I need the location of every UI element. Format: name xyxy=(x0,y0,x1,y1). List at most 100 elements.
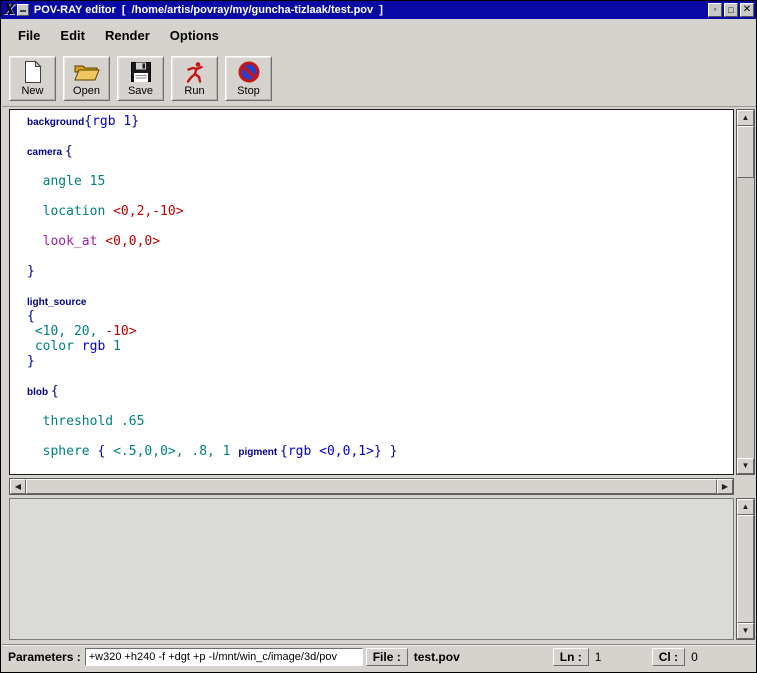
code-segment: } } xyxy=(374,444,397,459)
close-button[interactable]: ✕ xyxy=(740,3,754,17)
code-line: look_at <0,0,0> xyxy=(27,234,729,249)
code-segment: } xyxy=(131,114,139,129)
code-segment: 1 xyxy=(113,339,121,354)
open-button[interactable]: Open xyxy=(63,56,110,101)
code-segment: threshold .65 xyxy=(27,414,144,429)
open-folder-icon xyxy=(73,60,101,84)
code-line: angle 15 xyxy=(27,174,729,189)
parameters-label: Parameters : xyxy=(4,650,85,664)
code-line xyxy=(27,279,729,294)
editor-hscroll-thumb[interactable] xyxy=(26,479,717,494)
code-line xyxy=(27,429,729,444)
code-segment: pigment xyxy=(238,447,280,458)
code-segment: angle 15 xyxy=(27,174,105,189)
code-segment: rgb 1 xyxy=(92,114,131,129)
code-line: blob { xyxy=(27,384,729,399)
menu-item-render[interactable]: Render xyxy=(95,24,160,47)
left-arrow-icon: ◀ xyxy=(15,483,21,491)
code-segment: light_source xyxy=(27,297,86,308)
code-line: location <0,2,-10> xyxy=(27,204,729,219)
minimize-button[interactable]: ▫ xyxy=(708,3,722,17)
code-line: color rgb 1 xyxy=(27,339,729,354)
editor-hscrollbar[interactable]: ◀ ▶ xyxy=(9,478,734,495)
maximize-button[interactable]: □ xyxy=(724,3,738,17)
code-line: sphere { <.5,0,0>, .8, 1 pigment {rgb <0… xyxy=(27,444,729,459)
up-arrow-icon: ▲ xyxy=(742,114,750,122)
code-line xyxy=(27,219,729,234)
editor-scroll-left-button[interactable]: ◀ xyxy=(10,479,26,494)
code-segment: blob xyxy=(27,387,51,398)
code-segment: } xyxy=(27,264,35,279)
code-segment: rgb xyxy=(82,339,113,354)
code-segment: { xyxy=(65,144,73,159)
output-vscroll-track[interactable] xyxy=(737,515,754,623)
code-segment: <10, 20, xyxy=(27,324,105,339)
code-line xyxy=(27,249,729,264)
code-line: camera { xyxy=(27,144,729,159)
output-vscrollbar[interactable]: ▲ ▼ xyxy=(736,498,755,640)
code-line: threshold .65 xyxy=(27,414,729,429)
code-line: <10, 20, -10> xyxy=(27,324,729,339)
editor-pane[interactable]: background{rgb 1} camera { angle 15 loca… xyxy=(9,109,734,475)
open-button-label: Open xyxy=(73,85,100,97)
save-button[interactable]: Save xyxy=(117,56,164,101)
x11-logo-icon: X xyxy=(4,3,15,17)
code-segment: -10> xyxy=(105,324,136,339)
code-segment: { xyxy=(51,384,59,399)
window-menu-icon[interactable] xyxy=(17,4,29,16)
column-number-value: 0 xyxy=(685,648,755,666)
editor-scroll-right-button[interactable]: ▶ xyxy=(717,479,733,494)
file-label: File : xyxy=(366,648,408,666)
code-line: light_source xyxy=(27,294,729,309)
code-segment: look_at xyxy=(27,234,105,249)
code-segment: { xyxy=(27,309,35,324)
editor-scroll-up-button[interactable]: ▲ xyxy=(737,110,754,126)
code-segment: <.5,0,0>, .8, 1 xyxy=(113,444,238,459)
code-line xyxy=(27,399,729,414)
code-segment: { xyxy=(280,444,288,459)
code-line xyxy=(27,189,729,204)
code-segment: color xyxy=(27,339,82,354)
save-floppy-icon xyxy=(130,60,152,84)
output-vscroll-thumb[interactable] xyxy=(737,515,754,623)
editor-scroll-down-button[interactable]: ▼ xyxy=(737,458,754,474)
output-scroll-down-button[interactable]: ▼ xyxy=(737,623,754,639)
stop-button-label: Stop xyxy=(237,85,260,97)
column-label: Cl : xyxy=(652,648,685,666)
save-button-label: Save xyxy=(128,85,153,97)
run-button[interactable]: Run xyxy=(171,56,218,101)
code-segment: { xyxy=(97,444,113,459)
code-line xyxy=(27,369,729,384)
code-line: { xyxy=(27,309,729,324)
povray-editor-window: X POV-RAY editor [ /home/artis/povray/my… xyxy=(0,0,757,673)
line-label: Ln : xyxy=(553,648,589,666)
parameters-input[interactable]: +w320 +h240 -f +dgt +p -I/mnt/win_c/imag… xyxy=(85,648,363,666)
title-bar[interactable]: X POV-RAY editor [ /home/artis/povray/my… xyxy=(1,1,756,19)
editor-vscrollbar[interactable]: ▲ ▼ xyxy=(736,109,755,475)
file-name-value: test.pov xyxy=(408,648,550,666)
menu-item-file[interactable]: File xyxy=(8,24,50,47)
menu-item-options[interactable]: Options xyxy=(160,24,229,47)
new-button-label: New xyxy=(21,85,43,97)
code-segment: <0,0,0> xyxy=(105,234,160,249)
line-number-value: 1 xyxy=(589,648,649,666)
editor-vscroll-thumb[interactable] xyxy=(737,126,754,178)
output-scroll-up-button[interactable]: ▲ xyxy=(737,499,754,515)
code-line: } xyxy=(27,354,729,369)
editor-vscroll-track[interactable] xyxy=(737,126,754,458)
menu-bar: File Edit Render Options xyxy=(2,20,757,50)
status-bar: Parameters : +w320 +h240 -f +dgt +p -I/m… xyxy=(2,644,757,668)
code-segment: camera xyxy=(27,147,65,158)
new-document-icon xyxy=(23,60,43,84)
code-line xyxy=(27,129,729,144)
code-segment: sphere xyxy=(27,444,97,459)
stop-icon xyxy=(237,60,261,84)
editor-hscroll-track[interactable] xyxy=(26,479,717,494)
code-line: background{rgb 1} xyxy=(27,114,729,129)
down-arrow-icon: ▼ xyxy=(742,627,750,635)
output-pane[interactable] xyxy=(9,498,734,640)
new-button[interactable]: New xyxy=(9,56,56,101)
right-arrow-icon: ▶ xyxy=(722,483,728,491)
stop-button[interactable]: Stop xyxy=(225,56,272,101)
menu-item-edit[interactable]: Edit xyxy=(50,24,95,47)
